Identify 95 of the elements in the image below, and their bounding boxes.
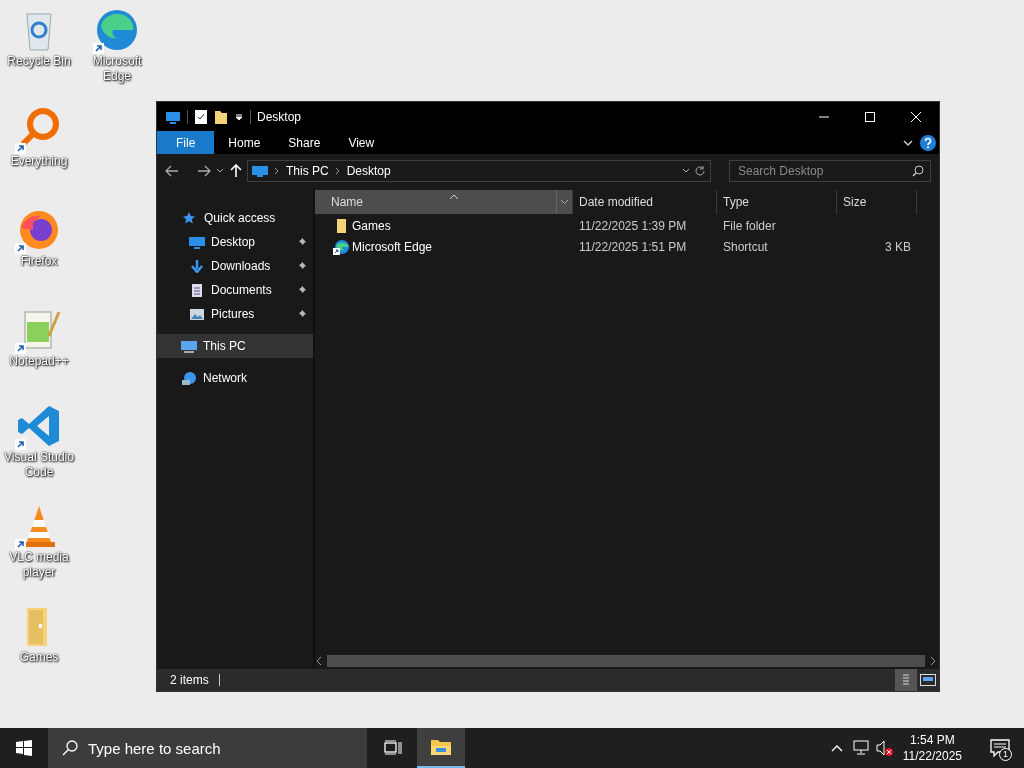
column-header[interactable]: Type	[717, 190, 837, 214]
desktop-icon-label[interactable]: Firefox	[1, 254, 77, 269]
breadcrumb-item[interactable]: This PC	[286, 162, 329, 180]
nav-label: Downloads	[211, 258, 271, 275]
shortcut-arrow-icon	[15, 243, 26, 254]
forward-arrow-icon[interactable]	[197, 165, 211, 177]
help-icon[interactable]	[920, 134, 936, 151]
desktop-icon-label[interactable]: Notepad++	[1, 354, 77, 369]
checklist-icon[interactable]	[194, 108, 208, 125]
file-size: 3 KB	[884, 238, 911, 256]
scrollbar-thumb[interactable]	[327, 655, 925, 667]
nav-label: Pictures	[211, 306, 255, 323]
nav-item[interactable]: This PC	[157, 334, 313, 358]
notification-count: 1	[999, 748, 1012, 761]
nav-label: Desktop	[211, 234, 256, 251]
download-arrow-icon	[189, 259, 205, 273]
windows-logo-icon	[16, 740, 32, 756]
desktop-icon-label[interactable]: VLC media player	[1, 550, 77, 580]
nav-item[interactable]: Quick access	[157, 206, 313, 230]
file-date: 11/22/2025 1:51 PM	[578, 238, 688, 256]
file-name: Microsoft Edge	[352, 238, 433, 256]
item-count: 2 items	[170, 672, 209, 689]
breadcrumb-item[interactable]: Desktop	[346, 162, 391, 180]
picture-icon	[189, 307, 205, 321]
nav-item[interactable]: Pictures	[157, 302, 313, 326]
file-name: Games	[352, 217, 391, 235]
desktop-icon-label[interactable]: Recycle Bin	[1, 54, 77, 69]
desktop-icon-label[interactable]: Visual Studio Code	[1, 450, 77, 480]
file-date: 11/22/2025 1:39 PM	[578, 217, 688, 235]
breadcrumb-chevron-icon	[274, 167, 280, 175]
ribbon-tab[interactable]: Home	[214, 131, 275, 154]
shortcut-arrow-icon	[15, 539, 26, 550]
sort-caret-icon[interactable]	[449, 193, 459, 200]
file-row[interactable]: Microsoft Edge 11/22/2025 1:51 PM Shortcut 3 KB	[315, 236, 939, 257]
search-field[interactable]: Search Desktop	[729, 160, 931, 182]
muted-speaker-icon	[875, 740, 894, 756]
scroll-right-icon[interactable]	[929, 656, 937, 666]
search-icon	[62, 740, 78, 756]
ribbon-tab[interactable]: Share	[274, 131, 335, 154]
desktop-icon-label[interactable]: Games	[1, 650, 77, 665]
column-header[interactable]: Name	[315, 190, 573, 214]
star-icon	[182, 211, 198, 225]
speech-bubble-icon	[990, 739, 1010, 757]
file-row[interactable]: Games 11/22/2025 1:39 PM File folder	[315, 215, 939, 236]
desktop-icon-label[interactable]: Everything	[1, 154, 77, 169]
taskbar-search-field[interactable]: Type here to search	[48, 728, 367, 768]
refresh-icon[interactable]	[694, 165, 706, 177]
action-center-button[interactable]: 1	[976, 728, 1024, 768]
clock-date: 11/22/2025	[902, 748, 962, 764]
up-arrow-icon[interactable]	[229, 164, 243, 178]
chevron-up-icon	[830, 744, 843, 752]
shortcut-arrow-icon	[93, 43, 104, 54]
nav-label: Quick access	[204, 210, 276, 227]
nav-item[interactable]: Desktop	[157, 230, 313, 254]
address-bar[interactable]: This PC Desktop	[247, 160, 711, 182]
back-arrow-icon[interactable]	[165, 165, 179, 177]
browser-swirl-icon	[333, 238, 349, 255]
network-globe-icon	[181, 371, 197, 385]
nav-item[interactable]: Downloads	[157, 254, 313, 278]
monitor-icon	[189, 235, 205, 249]
computer-icon	[181, 339, 197, 353]
nav-item[interactable]: Network	[157, 366, 313, 390]
monitor-icon	[851, 740, 870, 756]
column-header[interactable]: Date modified	[573, 190, 717, 214]
list-lines-icon	[902, 673, 910, 687]
ribbon-tab[interactable]: File	[157, 131, 215, 154]
breadcrumb-chevron-icon	[334, 167, 341, 175]
file-type: File folder	[722, 217, 777, 235]
monitor-icon[interactable]	[165, 109, 181, 124]
shortcut-arrow-icon	[15, 143, 26, 154]
folder-icon[interactable]	[214, 108, 228, 125]
nav-label: Documents	[211, 282, 272, 299]
nav-label: Network	[203, 370, 247, 387]
maximize-icon	[864, 111, 876, 122]
task-view-icon	[384, 740, 402, 756]
ribbon-tab[interactable]: View	[334, 131, 389, 154]
clock-button[interactable]: 1:54 PM 11/22/2025	[896, 732, 968, 764]
file-type: Shortcut	[722, 238, 769, 256]
taskbar-explorer-button[interactable]	[417, 728, 465, 768]
desktop-icon-label[interactable]: Microsoft Edge	[79, 54, 155, 84]
scroll-left-icon[interactable]	[315, 656, 323, 666]
clock-time: 1:54 PM	[909, 732, 956, 748]
monitor-icon	[252, 165, 268, 177]
window-title: Desktop	[257, 108, 302, 126]
close-icon	[910, 111, 922, 122]
nav-label: This PC	[203, 338, 246, 355]
dropdown-caret-icon[interactable]	[234, 111, 244, 122]
nav-item[interactable]: Documents	[157, 278, 313, 302]
shortcut-arrow-icon	[15, 439, 26, 450]
column-header[interactable]: Size	[837, 190, 917, 214]
search-icon	[912, 165, 924, 177]
document-icon	[189, 283, 205, 297]
thumbnail-icon	[920, 674, 936, 686]
shortcut-arrow-icon	[15, 343, 26, 354]
folder-icon	[430, 738, 452, 756]
